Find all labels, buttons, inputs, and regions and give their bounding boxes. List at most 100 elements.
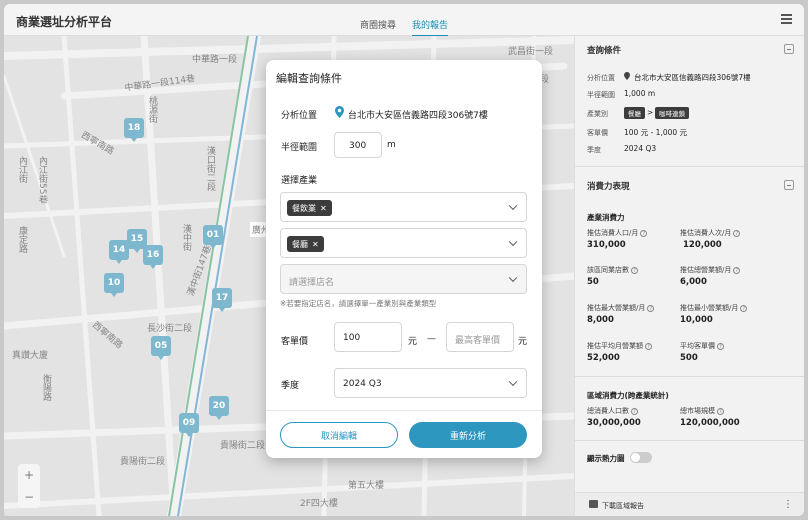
section-divider <box>575 440 804 441</box>
help-icon[interactable]: ? <box>740 304 748 312</box>
query-radius-value: 1,000 m <box>624 89 656 98</box>
chip-close-icon[interactable]: ✕ <box>320 204 327 213</box>
radius-label: 半徑範圍 <box>281 143 318 153</box>
metric-value: 30,000,000 <box>587 418 641 428</box>
tab-area-search[interactable]: 商圈搜尋 <box>360 18 396 35</box>
location-label: 分析位置 <box>281 111 318 121</box>
query-industry-key: 產業別 <box>587 110 608 118</box>
metric-value: 52,000 <box>587 353 620 363</box>
price-unit: 元 <box>408 337 418 347</box>
modal-title: 編輯查詢條件 <box>276 72 342 85</box>
heatmap-toggle[interactable] <box>630 452 652 463</box>
hamburger-menu-icon[interactable] <box>781 14 792 24</box>
metric-value: 310,000 <box>587 240 626 250</box>
metric-label: 總消費人口數? <box>587 406 638 416</box>
chevron-down-icon <box>508 237 518 247</box>
metric-label: 推估最大營業額/月? <box>587 303 655 313</box>
help-icon[interactable]: ? <box>717 407 724 415</box>
store-name-select[interactable]: 請選擇店名 <box>280 264 527 294</box>
heatmap-label: 顯示熱力圖 <box>587 454 625 463</box>
season-value: 2024 Q3 <box>343 379 382 389</box>
map-pin-icon <box>335 106 344 118</box>
metric-label: 推估消費人次/月? <box>680 228 741 238</box>
query-season-value: 2024 Q3 <box>624 144 657 153</box>
help-icon[interactable]: ? <box>631 266 638 274</box>
query-section-title: 查詢條件 <box>587 46 622 56</box>
price-label: 客單價 <box>281 337 309 347</box>
query-location-key: 分析位置 <box>587 74 615 82</box>
help-icon[interactable]: ? <box>733 266 741 274</box>
more-options-icon[interactable]: ⋮ <box>783 499 793 510</box>
download-report-link[interactable]: 下載區域報告 <box>602 501 644 511</box>
season-label: 季度 <box>281 381 300 391</box>
chip-label: 餐飲業 <box>292 203 316 213</box>
metric-label: 推估消費人口/月? <box>587 228 648 238</box>
metric-value: 500 <box>680 353 698 363</box>
query-location-value: 台北市大安區信義路四段306號7樓 <box>634 73 751 82</box>
radius-value: 300 <box>349 141 367 151</box>
collapse-icon[interactable] <box>784 180 794 190</box>
consumption-section-title: 消費力表現 <box>587 182 630 192</box>
industry-select[interactable]: 餐飲業 ✕ <box>280 192 527 222</box>
metric-label: 平均客單價? <box>680 341 724 351</box>
store-placeholder: 請選擇店名 <box>289 278 335 288</box>
metric-value: 120,000,000 <box>680 418 740 428</box>
panel-footer: 下載區域報告 ⋮ <box>575 492 804 516</box>
price-max-placeholder: 最高客單價 <box>455 336 501 346</box>
metric-label: 推估總營業額/月? <box>680 265 741 275</box>
metric-value: 120,000 <box>683 240 722 250</box>
query-season-key: 季度 <box>587 146 601 154</box>
help-icon[interactable]: ? <box>640 229 648 237</box>
industry-type-select[interactable]: 餐廳 ✕ <box>280 228 527 258</box>
metric-value: 50 <box>587 277 599 287</box>
industry-chip: 餐飲業 ✕ <box>287 200 332 216</box>
price-min-value: 100 <box>343 333 361 343</box>
chevron-down-icon <box>508 201 518 211</box>
radius-unit: m <box>387 140 396 150</box>
query-price-key: 客單價 <box>587 129 608 137</box>
metric-label: 總市場規模? <box>680 406 724 416</box>
radius-input[interactable]: 300 <box>334 132 382 158</box>
area-consumption-title: 區域消費力(跨產業統計) <box>587 391 669 400</box>
printer-icon <box>589 500 598 508</box>
chevron-down-icon <box>508 273 518 283</box>
price-dash: — <box>427 334 436 344</box>
help-icon[interactable]: ? <box>645 342 652 350</box>
tab-my-reports[interactable]: 我的報告 <box>412 18 449 37</box>
help-icon[interactable]: ? <box>717 342 724 350</box>
map-pin-icon <box>624 72 630 80</box>
collapse-icon[interactable] <box>784 44 794 54</box>
metric-label: 推估最小營業額/月? <box>680 303 748 313</box>
report-panel: 查詢條件 分析位置 台北市大安區信義路四段306號7樓 半徑範圍 1,000 m… <box>574 36 804 516</box>
price-min-input[interactable]: 100 <box>334 322 402 352</box>
edit-query-modal: 編輯查詢條件 分析位置 台北市大安區信義路四段306號7樓 半徑範圍 300 m… <box>266 60 542 458</box>
app-title: 商業選址分析平台 <box>16 15 113 29</box>
breadcrumb-separator: > <box>647 108 654 117</box>
price-unit: 元 <box>518 337 528 347</box>
query-price-value: 100 元 - 1,000 元 <box>624 128 688 137</box>
location-value: 台北市大安區信義路四段306號7樓 <box>348 111 488 121</box>
query-radius-key: 半徑範圍 <box>587 91 615 99</box>
cancel-edit-button[interactable]: 取消編輯 <box>280 422 398 448</box>
reanalyze-button[interactable]: 重新分析 <box>409 422 527 448</box>
help-icon[interactable]: ? <box>631 407 638 415</box>
metric-label: 該區同業店數? <box>587 265 638 275</box>
industry-tag: 咖啡連鎖 <box>655 107 689 119</box>
chevron-down-icon <box>508 377 518 387</box>
metric-value: 8,000 <box>587 315 614 325</box>
season-select[interactable]: 2024 Q3 <box>334 368 527 398</box>
industry-label: 選擇產業 <box>281 176 318 186</box>
chip-label: 餐廳 <box>292 239 308 249</box>
help-icon[interactable]: ? <box>733 229 741 237</box>
industry-type-chip: 餐廳 ✕ <box>287 236 324 252</box>
section-divider <box>575 376 804 377</box>
price-max-input[interactable]: 最高客單價 <box>446 322 514 352</box>
help-icon[interactable]: ? <box>647 304 655 312</box>
app-header: 商業選址分析平台 商圈搜尋 我的報告 <box>4 4 804 37</box>
store-hint: ※若要指定店名，請選擇單一產業別與產業類型 <box>280 299 437 308</box>
chip-close-icon[interactable]: ✕ <box>312 240 319 249</box>
metric-label: 推估平均月營業額? <box>587 341 652 351</box>
metric-value: 6,000 <box>680 277 707 287</box>
modal-divider <box>266 410 542 411</box>
section-divider <box>575 166 804 167</box>
